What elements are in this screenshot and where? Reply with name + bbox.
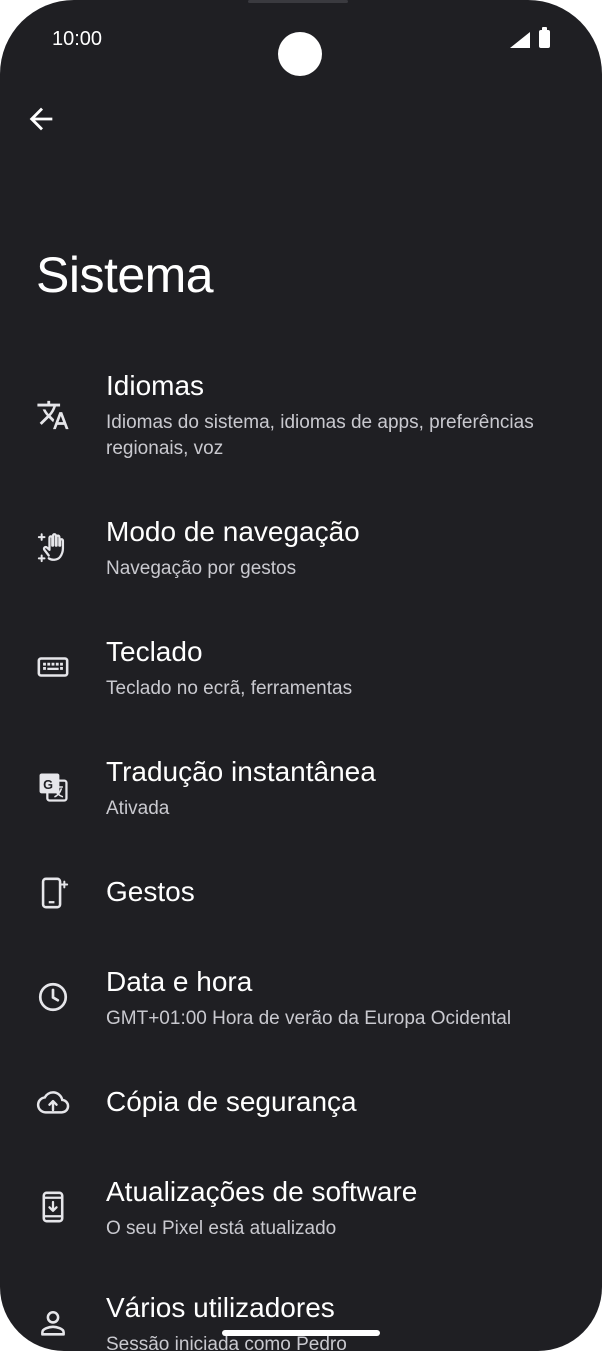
home-indicator[interactable] — [222, 1330, 380, 1336]
gesture-hand-icon — [37, 533, 65, 563]
phone-screen: 10:00 Sistema Idiomas Idiomas do sistema… — [0, 0, 602, 1351]
cloud-upload-icon — [36, 1091, 70, 1114]
item-title: Idiomas — [106, 370, 205, 401]
item-subtitle: Teclado no ecrã, ferramentas — [106, 678, 353, 699]
list-item-copia-seguranca[interactable]: Cópia de segurança — [0, 1070, 602, 1140]
signal-icon — [510, 32, 530, 48]
system-update-icon — [42, 1191, 64, 1223]
item-title: Cópia de segurança — [106, 1086, 357, 1117]
google-translate-icon: G — [39, 773, 68, 802]
speaker-slot — [248, 0, 348, 3]
list-item-idiomas[interactable]: Idiomas Idiomas do sistema, idiomas de a… — [0, 370, 602, 480]
list-item-gestos[interactable]: Gestos — [0, 860, 602, 930]
list-item-atualizacoes[interactable]: Atualizações de software O seu Pixel est… — [0, 1176, 602, 1256]
back-arrow-icon[interactable] — [24, 102, 58, 136]
item-subtitle: Ativada — [106, 798, 170, 819]
item-subtitle: Idiomas do sistema, idiomas de apps, pre… — [106, 412, 534, 459]
list-item-modo-navegacao[interactable]: Modo de navegação Navegação por gestos — [0, 516, 602, 596]
page-title: Sistema — [36, 247, 214, 303]
item-subtitle: Navegação por gestos — [106, 558, 297, 579]
item-subtitle: O seu Pixel está atualizado — [106, 1218, 337, 1239]
svg-text:G: G — [43, 777, 53, 792]
item-title: Modo de navegação — [106, 516, 360, 547]
translate-icon — [37, 400, 69, 430]
item-title: Tradução instantânea — [106, 756, 376, 787]
item-title: Data e hora — [106, 966, 253, 997]
list-item-traducao[interactable]: G Tradução instantânea Ativada — [0, 756, 602, 836]
list-item-data-hora[interactable]: Data e hora GMT+01:00 Hora de verão da E… — [0, 966, 602, 1046]
status-bar: 10:00 — [0, 0, 602, 80]
battery-icon — [539, 27, 550, 48]
phone-gesture-icon — [41, 877, 69, 909]
clock-icon — [38, 982, 68, 1012]
item-title: Vários utilizadores — [106, 1292, 335, 1323]
list-item-varios-utilizadores[interactable]: Vários utilizadores Sessão iniciada como… — [0, 1292, 602, 1351]
person-icon — [41, 1310, 65, 1336]
item-title: Atualizações de software — [106, 1176, 418, 1207]
item-title: Gestos — [106, 876, 195, 907]
status-time: 10:00 — [52, 28, 103, 50]
item-title: Teclado — [106, 636, 203, 667]
keyboard-icon — [37, 657, 69, 677]
list-item-teclado[interactable]: Teclado Teclado no ecrã, ferramentas — [0, 636, 602, 716]
front-camera — [278, 32, 322, 76]
item-subtitle: GMT+01:00 Hora de verão da Europa Ociden… — [106, 1008, 512, 1029]
